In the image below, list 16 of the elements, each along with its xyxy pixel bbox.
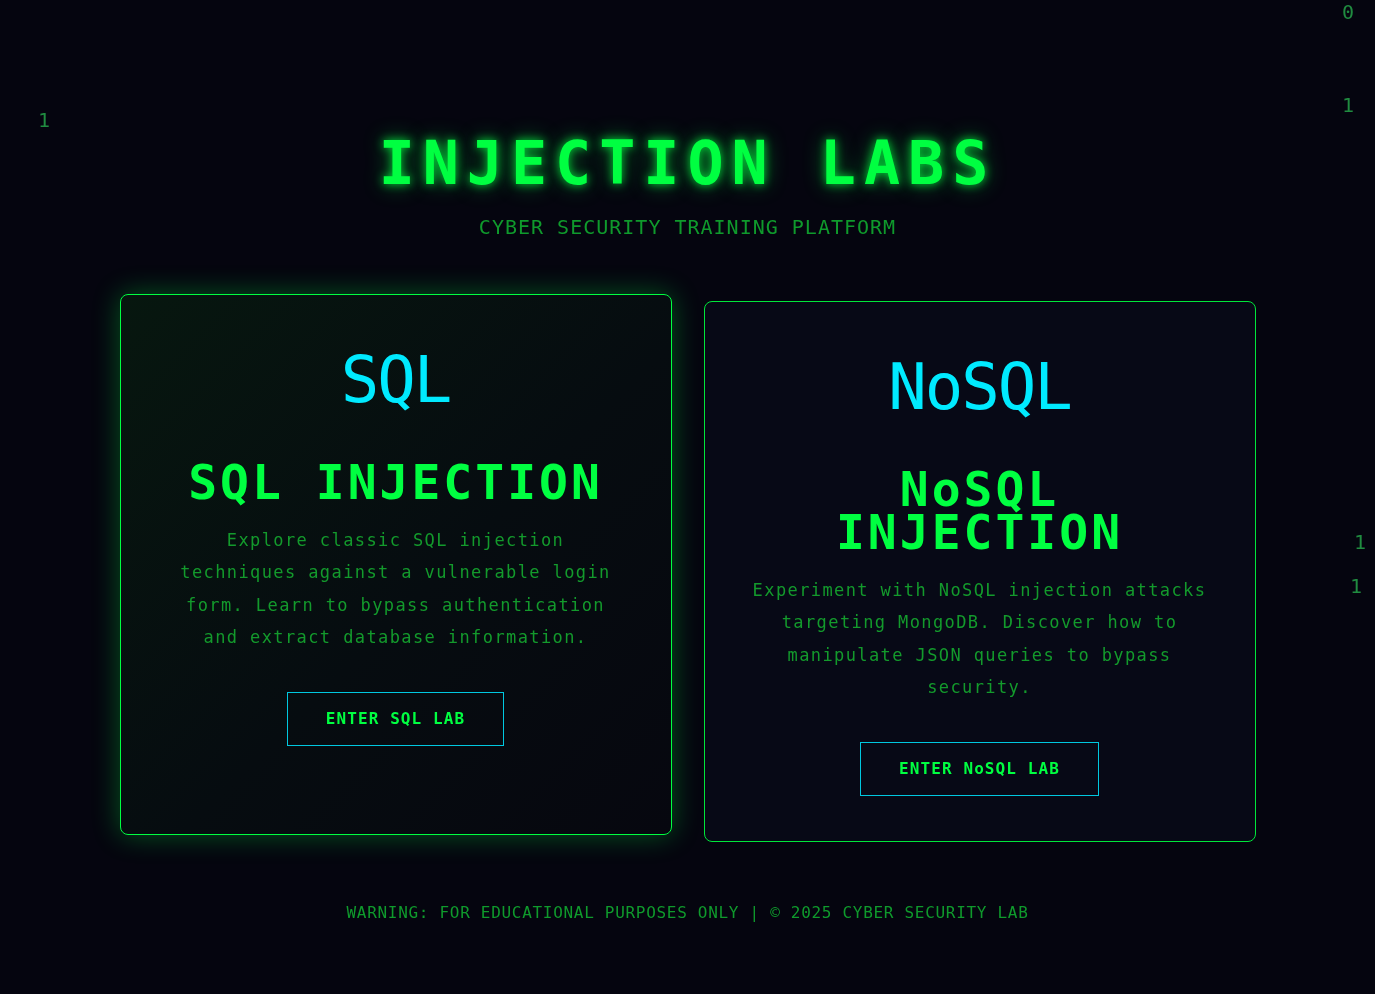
card-logo-text: NoSQL <box>888 355 1071 419</box>
footer-text: WARNING: FOR EDUCATIONAL PURPOSES ONLY | © 2025 CYBER SECURITY LAB <box>346 902 1029 923</box>
card-title: NoSQL INJECTION <box>834 468 1125 554</box>
card-description: Experiment with NoSQL injection attacks targeting MongoDB. Discover how to manipulate JSON queries to bypass security. <box>751 579 1208 700</box>
matrix-digit: 1 <box>38 108 51 132</box>
matrix-digit: 1 <box>1354 530 1367 554</box>
matrix-digit: 1 <box>1342 93 1355 117</box>
card-logo-text: SQL <box>340 348 451 412</box>
card-description: Explore classic SQL injection techniques against a vulnerable login form. Learn to bypass authentication and extract database information. <box>179 529 612 650</box>
page-title: INJECTION LABS <box>378 127 997 199</box>
card-title: SQL INJECTION <box>187 461 604 504</box>
matrix-digit: 0 <box>1342 0 1355 24</box>
enter-lab-button[interactable]: ENTER NoSQL LAB <box>860 741 1099 796</box>
matrix-digit: 1 <box>1350 574 1363 598</box>
enter-lab-button[interactable]: ENTER SQL LAB <box>286 691 505 746</box>
page-subtitle: CYBER SECURITY TRAINING PLATFORM <box>478 215 897 239</box>
